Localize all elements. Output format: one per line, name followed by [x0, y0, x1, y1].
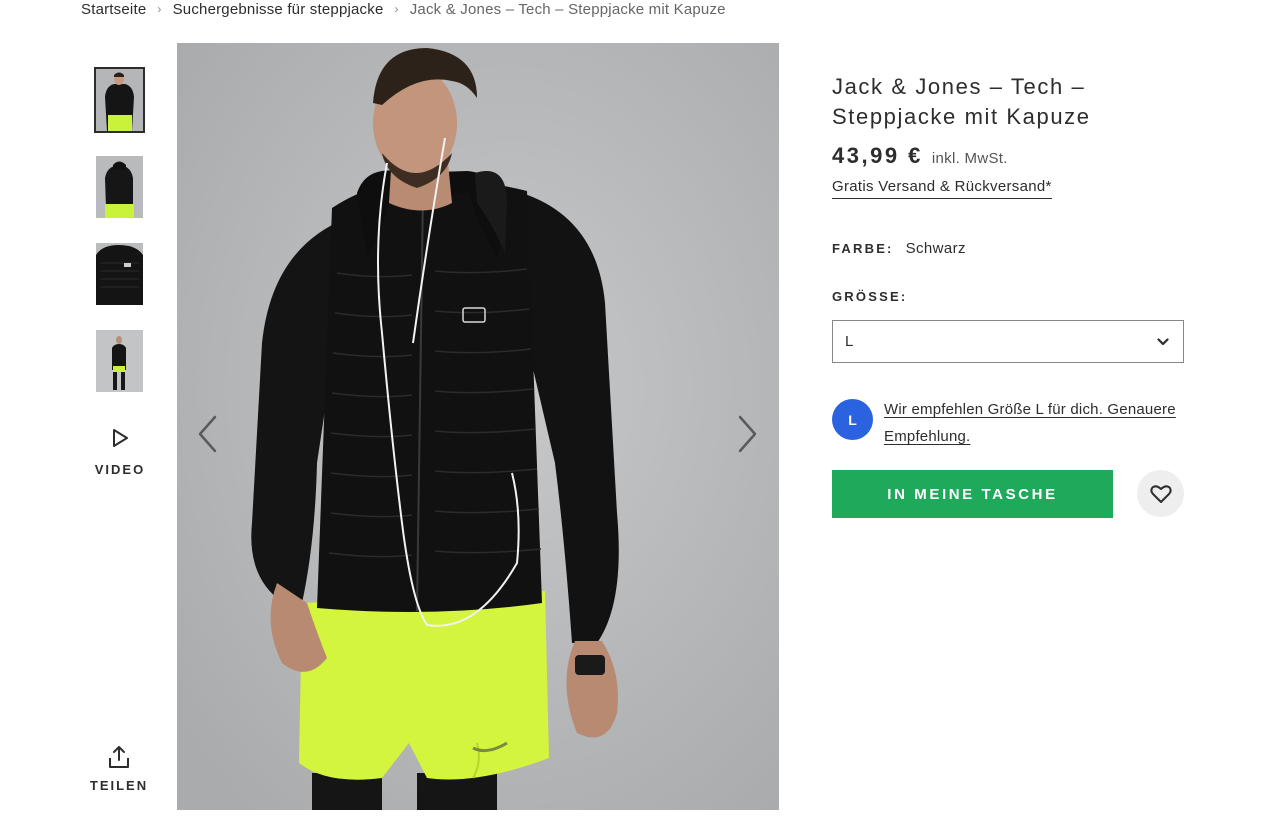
product-photo	[177, 43, 779, 810]
color-label: FARBE:	[832, 241, 894, 256]
price-row: 43,99 € inkl. MwSt.	[832, 143, 1192, 169]
chevron-left-icon	[198, 415, 217, 453]
size-selected-value: L	[845, 333, 854, 350]
video-label: VIDEO	[94, 462, 146, 477]
product-title: Jack & Jones – Tech – Steppjacke mit Kap…	[832, 74, 1091, 129]
vat-note: inkl. MwSt.	[931, 150, 1008, 167]
share-button[interactable]: TEILEN	[84, 744, 154, 793]
product-price: 43,99 €	[832, 143, 923, 168]
breadcrumb-search-results-link[interactable]: Suchergebnisse für steppjacke	[173, 1, 384, 18]
product-info: Jack & Jones – Tech – Steppjacke mit Kap…	[832, 72, 1192, 199]
chevron-right-icon	[738, 415, 757, 453]
breadcrumb-separator: ›	[157, 2, 162, 16]
size-recommendation-link[interactable]: Wir empfehlen Größe L für dich. Genauere…	[884, 396, 1192, 450]
size-select[interactable]: L	[832, 320, 1184, 363]
free-shipping-link[interactable]: Gratis Versand & Rückversand*	[832, 178, 1052, 199]
heart-icon	[1149, 484, 1172, 503]
play-icon	[113, 429, 128, 447]
breadcrumb-current-page: Jack & Jones – Tech – Steppjacke mit Kap…	[409, 0, 726, 18]
thumbnail-2[interactable]	[96, 156, 143, 218]
main-product-image	[177, 43, 779, 810]
size-label: GRÖSSE:	[832, 289, 908, 304]
add-to-bag-button[interactable]: IN MEINE TASCHE	[832, 470, 1113, 518]
color-row: FARBE: Schwarz	[832, 240, 966, 257]
thumbnail-4[interactable]	[96, 330, 143, 392]
wishlist-button[interactable]	[1137, 470, 1184, 517]
previous-image-button[interactable]	[189, 411, 225, 457]
share-label: TEILEN	[89, 778, 149, 793]
breadcrumb-separator: ›	[394, 2, 399, 16]
thumbnail-3[interactable]	[96, 243, 143, 305]
chevron-down-icon	[1157, 337, 1169, 345]
breadcrumb-home-link[interactable]: Startseite	[81, 1, 146, 18]
recommended-size-badge: L	[832, 399, 873, 440]
share-icon	[109, 746, 129, 768]
video-button[interactable]: VIDEO	[84, 426, 156, 477]
size-recommendation: L Wir empfehlen Größe L für dich. Genaue…	[832, 396, 1192, 450]
breadcrumb: Startseite › Suchergebnisse für steppjac…	[81, 0, 726, 20]
next-image-button[interactable]	[730, 411, 766, 457]
thumbnail-1[interactable]	[94, 67, 145, 133]
color-value: Schwarz	[905, 240, 966, 257]
